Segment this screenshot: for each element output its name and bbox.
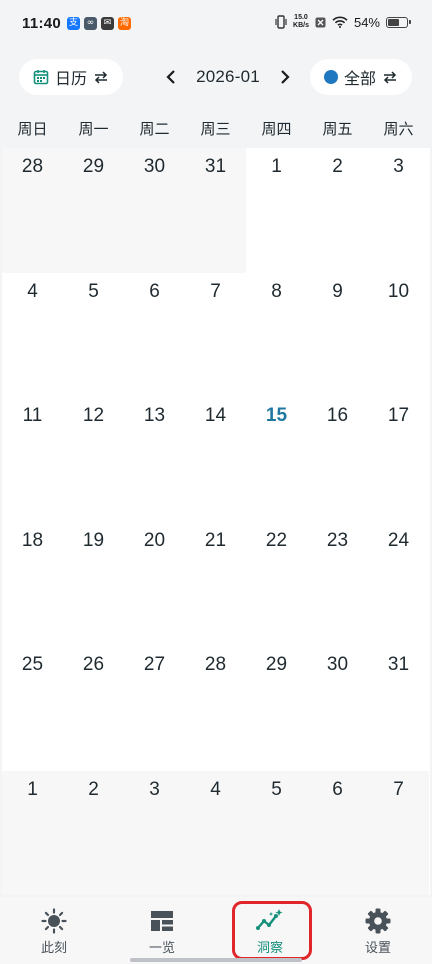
chevron-right-icon [281, 70, 290, 84]
day-cell[interactable]: 9 [307, 272, 368, 397]
alipay-icon: 支 [67, 17, 80, 30]
weekday-label: 周六 [383, 120, 414, 138]
day-cell[interactable]: 27 [124, 646, 185, 771]
net-speed: 15.0 KB/s [293, 14, 309, 30]
filter-label: 全部 [343, 69, 376, 88]
tab-settings[interactable]: 设置 [324, 897, 432, 964]
day-cell[interactable]: 25 [2, 646, 63, 771]
net-speed-value: 15.0 [294, 14, 308, 21]
day-cell[interactable]: 13 [124, 397, 185, 522]
day-cell[interactable]: 6 [124, 272, 185, 397]
filter-dot-icon [323, 70, 338, 84]
day-cell-adjacent-month[interactable]: 30 [124, 148, 185, 273]
weekday-label: 周一 [78, 120, 109, 138]
weekday-label: 周三 [200, 120, 231, 138]
day-cell[interactable]: 28 [185, 646, 246, 771]
day-cell[interactable]: 20 [124, 521, 185, 646]
day-cell[interactable]: 1 [246, 148, 307, 273]
day-cell-adjacent-month[interactable]: 6 [307, 770, 368, 895]
day-cell[interactable]: 21 [185, 521, 246, 646]
day-cell[interactable]: 18 [2, 521, 63, 646]
status-time: 11:40 [22, 15, 62, 32]
day-cell[interactable]: 14 [185, 397, 246, 522]
net-speed-unit: KB/s [293, 22, 309, 29]
day-cell[interactable]: 11 [2, 397, 63, 522]
day-cell[interactable]: 29 [246, 646, 307, 771]
day-cell[interactable]: 23 [307, 521, 368, 646]
system-status: 15.0 KB/s 54% [275, 14, 411, 30]
day-cell[interactable]: 8 [246, 272, 307, 397]
day-cell[interactable]: 10 [368, 272, 429, 397]
battery-icon [386, 16, 411, 28]
weekday-label: 周四 [261, 120, 292, 138]
view-switch-button[interactable]: 日历 [19, 59, 124, 95]
calendar-icon [33, 70, 49, 85]
day-cell[interactable]: 17 [368, 397, 429, 522]
day-cell[interactable]: 22 [246, 521, 307, 646]
day-cell-adjacent-month[interactable]: 28 [2, 148, 63, 273]
tab-overview-label: 一览 [148, 941, 175, 956]
month-navigator: 2026-01 [160, 55, 296, 99]
day-cell-adjacent-month[interactable]: 5 [246, 770, 307, 895]
filter-switch-button[interactable]: 全部 [309, 59, 412, 95]
prev-month-button[interactable] [160, 62, 182, 92]
insights-icon [256, 907, 284, 935]
day-cell[interactable]: 3 [368, 148, 429, 273]
day-cell[interactable]: 26 [63, 646, 124, 771]
sim-off-icon [315, 17, 326, 27]
wifi-icon [332, 16, 348, 28]
chevron-left-icon [166, 70, 175, 84]
taobao-app-icon: 淘 [118, 17, 131, 30]
home-indicator[interactable] [130, 958, 302, 962]
status-bar: 11:40 支 ∞ ✉ 淘 15.0 KB/s 54% [0, 0, 432, 50]
sun-icon [40, 907, 68, 935]
tab-settings-label: 设置 [364, 941, 391, 956]
calendar-header: 日历 2026-01 全部 [0, 55, 432, 99]
day-cell-adjacent-month[interactable]: 31 [185, 148, 246, 273]
day-cell[interactable]: 12 [63, 397, 124, 522]
day-cell-adjacent-month[interactable]: 7 [368, 770, 429, 895]
day-cell[interactable]: 4 [2, 272, 63, 397]
dashboard-icon [148, 907, 176, 935]
notification-icons: 支 ∞ ✉ 淘 [67, 17, 131, 30]
view-label: 日历 [55, 69, 88, 88]
day-cell-adjacent-month[interactable]: 4 [185, 770, 246, 895]
month-grid: 28 29 30 31 1 2 3 4 5 6 7 8 9 10 11 12 13 14 15 16 17 18 19 20 2… [2, 148, 430, 895]
bottom-nav: 此刻 一览 洞察 设置 [0, 897, 432, 964]
day-cell-today[interactable]: 15 [246, 397, 307, 522]
day-cell[interactable]: 16 [307, 397, 368, 522]
tab-now[interactable]: 此刻 [0, 897, 108, 964]
weekday-label: 周二 [139, 120, 170, 138]
battery-percent: 54% [353, 14, 380, 30]
weekday-header: 周日 周一 周二 周三 周四 周五 周六 [2, 111, 430, 148]
day-cell[interactable]: 31 [368, 646, 429, 771]
day-cell-adjacent-month[interactable]: 2 [63, 770, 124, 895]
mail-app-icon: ✉ [101, 17, 114, 30]
weekday-label: 周五 [322, 120, 353, 138]
tab-overview[interactable]: 一览 [108, 897, 216, 964]
weekday-label: 周日 [17, 120, 48, 138]
swap-icon [94, 71, 108, 84]
next-month-button[interactable] [274, 62, 296, 92]
day-cell[interactable]: 7 [185, 272, 246, 397]
day-cell[interactable]: 30 [307, 646, 368, 771]
screen: 11:40 支 ∞ ✉ 淘 15.0 KB/s 54% 日历 2026-01 全… [0, 0, 432, 964]
tab-insights-label: 洞察 [256, 941, 283, 956]
day-cell[interactable]: 24 [368, 521, 429, 646]
swap-icon [383, 71, 397, 84]
tab-insights[interactable]: 洞察 [216, 897, 324, 964]
tab-now-label: 此刻 [40, 941, 67, 956]
day-cell-adjacent-month[interactable]: 1 [2, 770, 63, 895]
current-month[interactable]: 2026-01 [196, 67, 260, 87]
gear-icon [364, 907, 392, 935]
day-cell[interactable]: 19 [63, 521, 124, 646]
day-cell-adjacent-month[interactable]: 3 [124, 770, 185, 895]
day-cell[interactable]: 5 [63, 272, 124, 397]
vibrate-icon [275, 15, 287, 29]
day-cell[interactable]: 2 [307, 148, 368, 273]
link-app-icon: ∞ [84, 17, 97, 30]
day-cell-adjacent-month[interactable]: 29 [63, 148, 124, 273]
